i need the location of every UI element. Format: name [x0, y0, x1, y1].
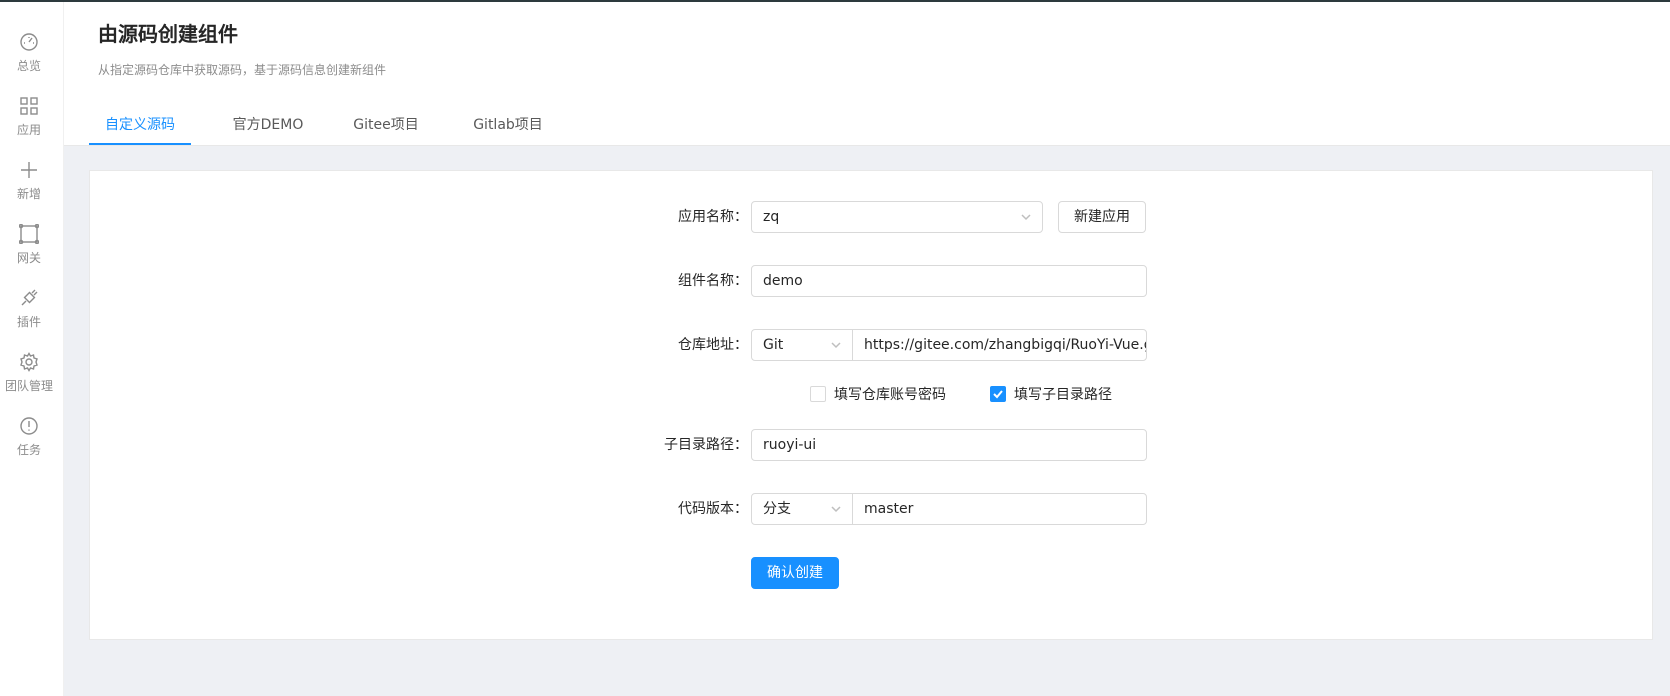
sidebar-item-plugin[interactable]: 插件: [0, 288, 58, 346]
dashboard-icon: [20, 33, 38, 51]
component-name-input[interactable]: demo: [751, 265, 1147, 297]
sidebar-item-team[interactable]: 团队管理: [0, 352, 58, 410]
confirm-create-button[interactable]: 确认创建: [751, 557, 839, 589]
sidebar-item-overview[interactable]: 总览: [0, 32, 58, 90]
app-name-label: 应用名称：: [678, 209, 748, 225]
gear-icon: [20, 352, 38, 372]
code-version-label: 代码版本：: [678, 501, 748, 517]
sidebar-item-label: 插件: [16, 315, 41, 329]
tab-official-demo[interactable]: 官方DEMO: [230, 114, 306, 145]
sidebar-item-label: 总览: [16, 59, 41, 73]
header-divider: [64, 145, 1670, 146]
app-name-select[interactable]: zq: [751, 201, 1043, 233]
repo-account-checkbox[interactable]: 填写仓库账号密码: [810, 384, 946, 404]
tab-custom-source[interactable]: 自定义源码: [105, 114, 175, 145]
chevron-down-icon: [1020, 202, 1032, 232]
repo-url-input[interactable]: https://gitee.com/zhangbigqi/RuoYi-Vue.g…: [852, 329, 1147, 361]
new-app-button[interactable]: 新建应用: [1058, 201, 1146, 233]
subdir-path-checkbox[interactable]: 填写子目录路径: [990, 384, 1112, 404]
version-type-select[interactable]: 分支: [751, 493, 853, 525]
alert-circle-icon: [20, 417, 38, 435]
sidebar-item-apps[interactable]: 应用: [0, 96, 58, 154]
chevron-down-icon: [830, 330, 842, 360]
subdir-path-input[interactable]: ruoyi-ui: [751, 429, 1147, 461]
subdir-path-label: 子目录路径：: [664, 437, 748, 453]
sidebar-item-label: 应用: [16, 123, 41, 137]
gateway-icon: [19, 224, 39, 244]
sidebar-item-add[interactable]: 新增: [0, 160, 58, 218]
page-header: 由源码创建组件 从指定源码仓库中获取源码，基于源码信息创建新组件 自定义源码 官…: [64, 2, 1670, 145]
apps-grid-icon: [20, 97, 38, 115]
repo-type-select[interactable]: Git: [751, 329, 853, 361]
repo-account-checkbox-label: 填写仓库账号密码: [834, 387, 946, 403]
sidebar-item-gateway[interactable]: 网关: [0, 224, 58, 282]
version-type-value: 分支: [763, 501, 791, 517]
main-content: 由源码创建组件 从指定源码仓库中获取源码，基于源码信息创建新组件 自定义源码 官…: [64, 2, 1670, 696]
tab-gitee-project[interactable]: Gitee项目: [350, 114, 422, 145]
sidebar-item-label: 团队管理: [4, 379, 53, 393]
checkbox-checked: [990, 386, 1006, 402]
sidebar-item-label: 网关: [16, 251, 41, 265]
page-subtitle: 从指定源码仓库中获取源码，基于源码信息创建新组件: [98, 63, 387, 77]
sidebar-item-label: 新增: [16, 187, 41, 201]
sidebar-item-label: 任务: [16, 443, 41, 457]
component-name-label: 组件名称：: [678, 273, 748, 289]
app-name-value: zq: [763, 209, 780, 225]
form-card: 应用名称： zq 新建应用 组件名称： demo 仓库地址： Git https…: [89, 170, 1653, 640]
plugin-icon: [21, 289, 38, 306]
repo-type-value: Git: [763, 337, 784, 353]
subdir-path-checkbox-label: 填写子目录路径: [1014, 387, 1112, 403]
checkbox-box: [810, 386, 826, 402]
sidebar: 总览 应用 新增 网关 插件 团队管理 任务: [0, 2, 64, 696]
check-icon: [993, 390, 1003, 399]
repo-address-label: 仓库地址：: [678, 337, 748, 353]
tab-gitlab-project[interactable]: Gitlab项目: [467, 114, 549, 145]
page-title: 由源码创建组件: [98, 22, 238, 46]
plus-icon: [21, 162, 37, 178]
sidebar-item-tasks[interactable]: 任务: [0, 416, 58, 474]
version-value-input[interactable]: master: [852, 493, 1147, 525]
chevron-down-icon: [830, 494, 842, 524]
